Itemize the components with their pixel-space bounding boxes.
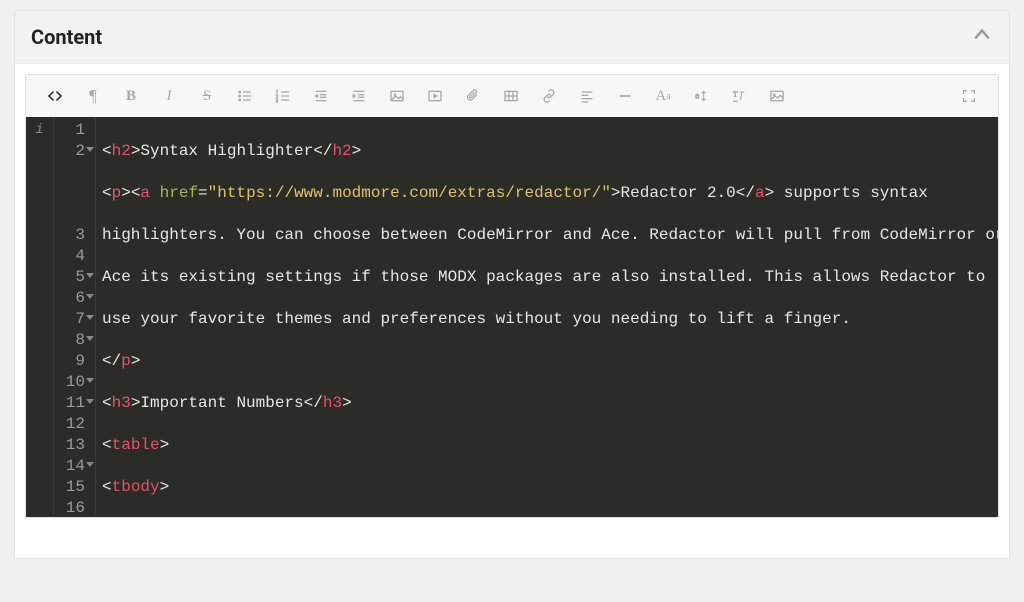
ordered-list-button[interactable]: 123 xyxy=(264,75,302,117)
link-button[interactable] xyxy=(530,75,568,117)
file-button[interactable] xyxy=(454,75,492,117)
content-panel: Content ¶ B I S 123 xyxy=(14,10,1010,559)
paragraph-button[interactable]: ¶ xyxy=(74,75,112,117)
media-button[interactable] xyxy=(758,75,796,117)
info-gutter: i xyxy=(26,117,54,517)
panel-title: Content xyxy=(31,25,102,49)
align-button[interactable] xyxy=(568,75,606,117)
svg-text:3: 3 xyxy=(276,99,279,104)
source-code-button[interactable] xyxy=(36,75,74,117)
video-button[interactable] xyxy=(416,75,454,117)
italic-button[interactable]: I xyxy=(150,75,188,117)
panel-body: ¶ B I S 123 xyxy=(15,63,1009,558)
unordered-list-button[interactable] xyxy=(226,75,264,117)
editor-toolbar: ¶ B I S 123 xyxy=(26,75,998,117)
strike-button[interactable]: S xyxy=(188,75,226,117)
fullscreen-button[interactable] xyxy=(950,75,988,117)
svg-text:a: a xyxy=(695,92,699,101)
image-button[interactable] xyxy=(378,75,416,117)
svg-text:T: T xyxy=(733,90,738,99)
lineheight-button[interactable]: a xyxy=(682,75,720,117)
editor: ¶ B I S 123 xyxy=(25,74,999,518)
line-gutter: 1234567891011121314151617 xyxy=(54,117,96,517)
indent-button[interactable] xyxy=(340,75,378,117)
hr-button[interactable] xyxy=(606,75,644,117)
clear-format-button[interactable]: T xyxy=(720,75,758,117)
table-button[interactable] xyxy=(492,75,530,117)
fontsize-button[interactable]: Aa xyxy=(644,75,682,117)
code-content[interactable]: <h2>Syntax Highlighter</h2> <p><a href="… xyxy=(96,117,998,517)
outdent-button[interactable] xyxy=(302,75,340,117)
code-editor[interactable]: i 1234567891011121314151617 <h2>Syntax H… xyxy=(26,117,998,517)
bold-button[interactable]: B xyxy=(112,75,150,117)
panel-header: Content xyxy=(15,11,1009,63)
collapse-toggle[interactable] xyxy=(973,26,991,49)
